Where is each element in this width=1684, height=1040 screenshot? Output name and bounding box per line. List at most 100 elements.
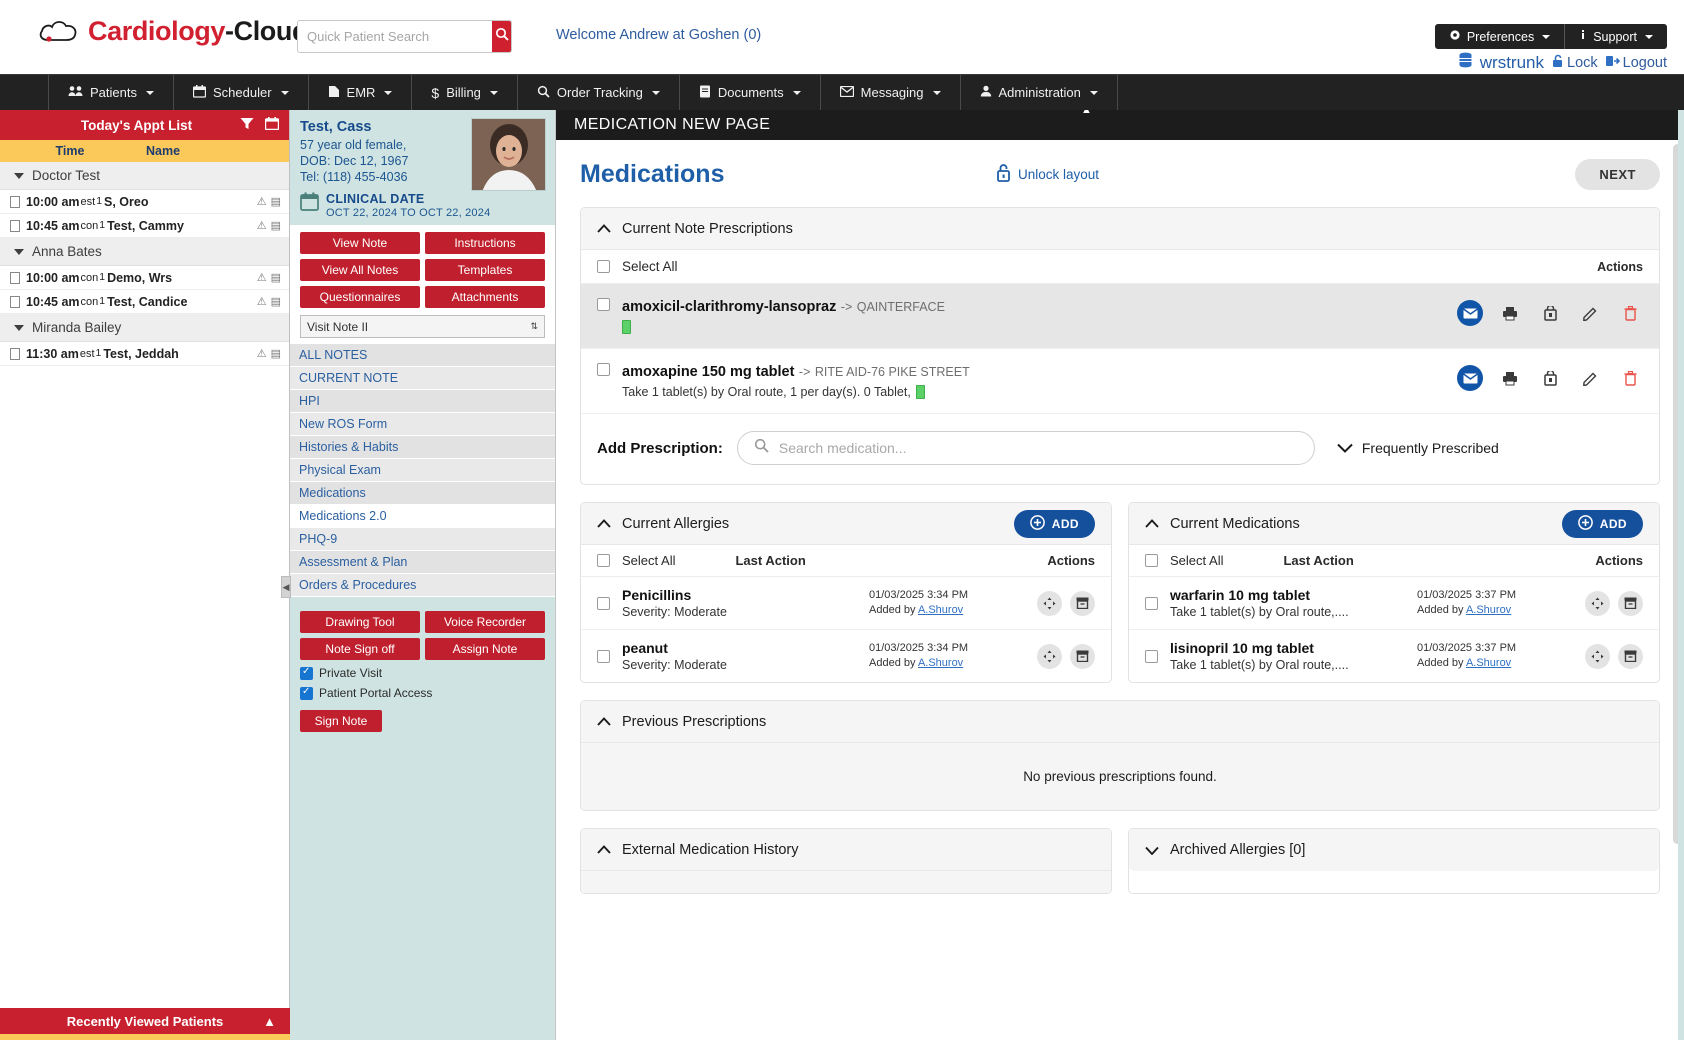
added-by-link[interactable]: A.Shurov	[1466, 604, 1511, 616]
row-icons[interactable]: ⚠▤	[257, 271, 289, 284]
archive-icon[interactable]	[1618, 644, 1643, 669]
row-icons[interactable]: ⚠▤	[257, 219, 289, 232]
select-all-checkbox[interactable]	[1145, 554, 1158, 567]
sidebar-item-all-notes[interactable]: ALL NOTES	[290, 344, 555, 367]
row-checkbox[interactable]	[1145, 650, 1158, 663]
sidebar-item-new-ros-form[interactable]: New ROS Form	[290, 413, 555, 436]
provider-group-header[interactable]: Miranda Bailey	[0, 314, 289, 342]
sidebar-item-histories-habits[interactable]: Histories & Habits	[290, 436, 555, 459]
sidebar-item-physical-exam[interactable]: Physical Exam	[290, 459, 555, 482]
search-button[interactable]	[492, 21, 511, 52]
select-all-checkbox[interactable]	[597, 260, 610, 273]
calendar-icon[interactable]	[265, 117, 279, 133]
pharmacy-icon[interactable]	[1537, 365, 1563, 391]
edit-icon[interactable]	[1577, 365, 1603, 391]
move-icon[interactable]	[1585, 644, 1610, 669]
note-sign-off-button[interactable]: Note Sign off	[300, 638, 420, 660]
trash-icon[interactable]	[1617, 365, 1643, 391]
provider-group-header[interactable]: Doctor Test	[0, 162, 289, 190]
row-checkbox[interactable]	[597, 650, 610, 663]
lock-button[interactable]: Lock	[1551, 54, 1598, 73]
sidebar-item-current-note[interactable]: CURRENT NOTE	[290, 367, 555, 390]
trash-icon[interactable]	[1617, 300, 1643, 326]
row-icons[interactable]: ⚠▤	[257, 347, 289, 360]
row-checkbox[interactable]	[597, 298, 610, 311]
filter-icon[interactable]	[240, 117, 254, 133]
nav-item-scheduler[interactable]: Scheduler	[174, 75, 309, 110]
print-icon[interactable]	[1497, 300, 1523, 326]
archive-icon[interactable]	[1618, 591, 1643, 616]
chevron-up-icon[interactable]	[597, 516, 611, 531]
appointment-row[interactable]: 10:45 am con 1 Test, Candice ⚠▤	[0, 290, 289, 314]
chevron-up-icon[interactable]	[1145, 516, 1159, 531]
appointment-row[interactable]: 10:00 am est 1 S, Oreo ⚠▤	[0, 190, 289, 214]
move-icon[interactable]	[1585, 591, 1610, 616]
attachments-button[interactable]: Attachments	[425, 286, 545, 308]
medication-search-box[interactable]	[737, 431, 1315, 465]
mail-icon[interactable]	[1457, 300, 1483, 326]
recently-viewed-bar[interactable]: Recently Viewed Patients ▲	[0, 1008, 290, 1034]
unlock-layout-button[interactable]: Unlock layout	[995, 163, 1099, 186]
print-icon[interactable]	[1497, 365, 1523, 391]
nav-item-emr[interactable]: EMR	[309, 75, 413, 110]
medication-search-input[interactable]	[779, 440, 1298, 456]
row-checkbox[interactable]	[597, 597, 610, 610]
move-icon[interactable]	[1037, 591, 1062, 616]
view-note-button[interactable]: View Note	[300, 232, 420, 254]
add-allergy-button[interactable]: ADD	[1014, 510, 1095, 538]
nav-item-billing[interactable]: $ Billing	[412, 75, 517, 110]
edit-icon[interactable]	[1577, 300, 1603, 326]
frequently-prescribed-button[interactable]: Frequently Prescribed	[1337, 440, 1499, 456]
chevron-up-icon[interactable]	[597, 842, 611, 857]
archive-icon[interactable]	[1070, 644, 1095, 669]
provider-group-header[interactable]: Anna Bates	[0, 238, 289, 266]
nav-item-messaging[interactable]: Messaging	[821, 75, 961, 110]
appointment-row[interactable]: 10:45 am con 1 Test, Cammy ⚠▤	[0, 214, 289, 238]
appointment-row[interactable]: 11:30 am est 1 Test, Jeddah ⚠▤	[0, 342, 289, 366]
quick-patient-search[interactable]	[297, 20, 512, 53]
questionnaires-button[interactable]: Questionnaires	[300, 286, 420, 308]
mail-icon[interactable]	[1457, 365, 1483, 391]
app-logo[interactable]: Cardiology-Cloud	[38, 16, 308, 47]
archive-icon[interactable]	[1070, 591, 1095, 616]
row-icons[interactable]: ⚠▤	[257, 295, 289, 308]
patient-portal-access-checkbox[interactable]: Patient Portal Access	[300, 686, 545, 700]
added-by-link[interactable]: A.Shurov	[918, 604, 963, 616]
row-checkbox[interactable]	[597, 363, 610, 376]
nav-item-patients[interactable]: Patients	[48, 75, 174, 110]
support-button[interactable]: Support	[1565, 24, 1667, 49]
sidebar-item-medications-2[interactable]: Medications 2.0	[290, 505, 555, 528]
view-all-notes-button[interactable]: View All Notes	[300, 259, 420, 281]
private-visit-checkbox[interactable]: Private Visit	[300, 666, 545, 680]
chevron-down-icon[interactable]	[1145, 843, 1159, 858]
nav-item-order-tracking[interactable]: Order Tracking	[518, 75, 680, 110]
voice-recorder-button[interactable]: Voice Recorder	[425, 611, 545, 633]
added-by-link[interactable]: A.Shurov	[918, 657, 963, 669]
templates-button[interactable]: Templates	[425, 259, 545, 281]
visit-note-select[interactable]: Visit Note II ⇅	[300, 315, 545, 338]
recently-viewed-patients[interactable]: Recently Viewed Patients ▲	[0, 1008, 290, 1040]
drawing-tool-button[interactable]: Drawing Tool	[300, 611, 420, 633]
row-icons[interactable]: ⚠▤	[257, 195, 289, 208]
chevron-up-icon[interactable]: ▲	[1081, 110, 1092, 116]
sidebar-item-hpi[interactable]: HPI	[290, 390, 555, 413]
chevron-up-icon[interactable]	[597, 221, 611, 236]
nav-item-administration[interactable]: Administration	[961, 75, 1118, 110]
chevron-up-icon[interactable]	[597, 714, 611, 729]
sidebar-item-phq9[interactable]: PHQ-9	[290, 528, 555, 551]
add-medication-button[interactable]: ADD	[1562, 510, 1643, 538]
move-icon[interactable]	[1037, 644, 1062, 669]
sidebar-item-assessment-plan[interactable]: Assessment & Plan	[290, 551, 555, 574]
pharmacy-icon[interactable]	[1537, 300, 1563, 326]
nav-item-documents[interactable]: Documents	[680, 75, 821, 110]
appointment-row[interactable]: 10:00 am con 1 Demo, Wrs ⚠▤	[0, 266, 289, 290]
logout-button[interactable]: Logout	[1605, 54, 1667, 72]
added-by-link[interactable]: A.Shurov	[1466, 657, 1511, 669]
assign-note-button[interactable]: Assign Note	[425, 638, 545, 660]
sidebar-item-medications[interactable]: Medications	[290, 482, 555, 505]
next-button[interactable]: NEXT	[1575, 159, 1660, 190]
sidebar-collapse-toggle[interactable]: ◀	[281, 576, 291, 598]
preferences-button[interactable]: Preferences	[1435, 24, 1565, 49]
sidebar-item-orders-procedures[interactable]: Orders & Procedures	[290, 574, 555, 597]
sign-note-button[interactable]: Sign Note	[300, 710, 382, 732]
